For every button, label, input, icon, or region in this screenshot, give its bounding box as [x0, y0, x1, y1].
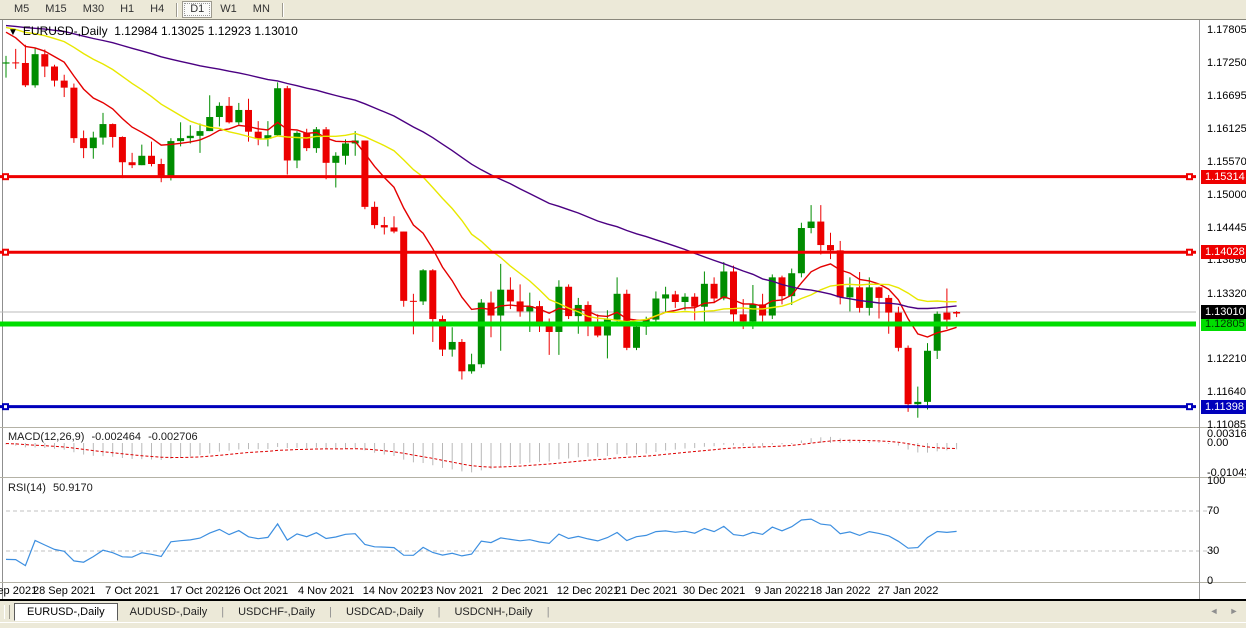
- tab-usdcad[interactable]: USDCAD-,Daily: [334, 604, 436, 620]
- timeframe-button-h1[interactable]: H1: [112, 1, 142, 18]
- timeframe-button-h4[interactable]: H4: [142, 1, 172, 18]
- tabbar-grip: [4, 605, 10, 619]
- rsi-indicator-panel[interactable]: [0, 478, 1246, 582]
- macd-value-main: -0.002464: [91, 431, 141, 443]
- candles: [3, 45, 961, 418]
- rsi-label: RSI(14): [8, 482, 46, 494]
- macd-axis-tick: 0.00: [1207, 437, 1228, 449]
- symbol-dropdown-icon[interactable]: ▼: [8, 27, 18, 38]
- date-tick: 23 Nov 2021: [417, 585, 487, 597]
- chart-title: ▼ EURUSD-,Daily 1.12984 1.13025 1.12923 1…: [8, 24, 298, 38]
- tab-divider: |: [329, 606, 332, 618]
- rsi-value: 50.9170: [53, 482, 93, 494]
- toolbar-separator: [176, 3, 178, 17]
- timeframe-button-d1[interactable]: D1: [182, 1, 212, 18]
- tab-eurusd[interactable]: EURUSD-,Daily: [14, 603, 118, 621]
- timeframe-button-w1[interactable]: W1: [212, 1, 245, 18]
- tab-divider: |: [547, 606, 550, 618]
- timeframe-button-m30[interactable]: M30: [75, 1, 112, 18]
- price-tick: 1.13320: [1207, 288, 1246, 300]
- price-tick: 1.12210: [1207, 353, 1246, 365]
- trading-platform-window: M5M15M30H1H4 D1W1MN ▼ EURUSD-,Daily 1.1298…: [0, 0, 1246, 628]
- rsi-line: [6, 519, 957, 566]
- date-tick: 21 Dec 2021: [611, 585, 681, 597]
- macd-label-row: MACD(12,26,9) -0.002464 -0.002706: [8, 431, 202, 443]
- rsi-axis-tick: 0: [1207, 575, 1213, 587]
- price-tick: 1.17250: [1207, 57, 1246, 69]
- tab-divider: |: [438, 606, 441, 618]
- main-price-chart[interactable]: [0, 20, 1246, 428]
- toolbar-separator: [282, 3, 284, 17]
- date-tick: 18 Jan 2022: [805, 585, 875, 597]
- symbol-tab-bar: EURUSD-,DailyAUDUSD-,Daily|USDCHF-,Daily…: [0, 601, 1246, 622]
- panel-divider-1[interactable]: [0, 427, 1246, 428]
- hline-1.11398[interactable]: [0, 403, 1196, 410]
- date-tick: 30 Dec 2021: [679, 585, 749, 597]
- macd-label: MACD(12,26,9): [8, 431, 84, 443]
- price-badge-1.12805: 1.12805: [1201, 317, 1246, 331]
- price-badge-1.15314: 1.15314: [1201, 170, 1246, 184]
- timeframe-button-m5[interactable]: M5: [6, 1, 37, 18]
- price-tick: 1.15570: [1207, 156, 1246, 168]
- price-badge-1.14028: 1.14028: [1201, 245, 1246, 259]
- tab-usdcnh[interactable]: USDCNH-,Daily: [442, 604, 544, 620]
- panel-divider-2[interactable]: [0, 477, 1246, 478]
- bottom-strip: [0, 622, 1246, 628]
- date-tick: 7 Oct 2021: [97, 585, 167, 597]
- price-tick: 1.17805: [1207, 24, 1246, 36]
- tab-scroll-right-icon[interactable]: ►: [1226, 604, 1242, 619]
- timeframe-button-mn[interactable]: MN: [245, 1, 278, 18]
- date-tick: 2 Dec 2021: [485, 585, 555, 597]
- slow-ma-line: [6, 26, 957, 309]
- tab-divider: |: [221, 606, 224, 618]
- rsi-label-row: RSI(14) 50.9170: [8, 482, 97, 494]
- hline-1.15314[interactable]: [0, 173, 1196, 180]
- panel-divider-3: [0, 582, 1246, 583]
- medium-ma-line: [6, 27, 957, 321]
- timeframe-toolbar: M5M15M30H1H4 D1W1MN: [0, 0, 1246, 20]
- symbol-name: EURUSD-,Daily: [23, 24, 108, 38]
- rsi-axis-tick: 30: [1207, 545, 1219, 557]
- rsi-axis-tick: 70: [1207, 505, 1219, 517]
- price-axis-divider: [1199, 20, 1200, 600]
- tab-audusd[interactable]: AUDUSD-,Daily: [118, 604, 220, 620]
- tab-usdchf[interactable]: USDCHF-,Daily: [226, 604, 327, 620]
- tabs-holder: EURUSD-,DailyAUDUSD-,Daily|USDCHF-,Daily…: [14, 603, 552, 621]
- date-tick: 4 Nov 2021: [291, 585, 361, 597]
- price-tick: 1.15000: [1207, 189, 1246, 201]
- date-tick: 26 Oct 2021: [223, 585, 293, 597]
- price-tick: 1.16125: [1207, 123, 1246, 135]
- price-badge-1.11398: 1.11398: [1201, 400, 1246, 414]
- price-tick: 1.14445: [1207, 222, 1246, 234]
- tab-scroll-left-icon[interactable]: ◄: [1206, 604, 1222, 619]
- price-tick: 1.16695: [1207, 90, 1246, 102]
- rsi-axis-tick: 100: [1207, 475, 1225, 487]
- date-tick: 28 Sep 2021: [29, 585, 99, 597]
- timeframe-button-m15[interactable]: M15: [37, 1, 74, 18]
- price-tick: 1.11640: [1207, 386, 1246, 398]
- macd-value-signal: -0.002706: [148, 431, 198, 443]
- ohlc-readout: 1.12984 1.13025 1.12923 1.13010: [114, 24, 298, 38]
- current-price-badge: 1.13010: [1201, 305, 1246, 319]
- hline-1.14028[interactable]: [0, 249, 1196, 256]
- date-tick: 27 Jan 2022: [873, 585, 943, 597]
